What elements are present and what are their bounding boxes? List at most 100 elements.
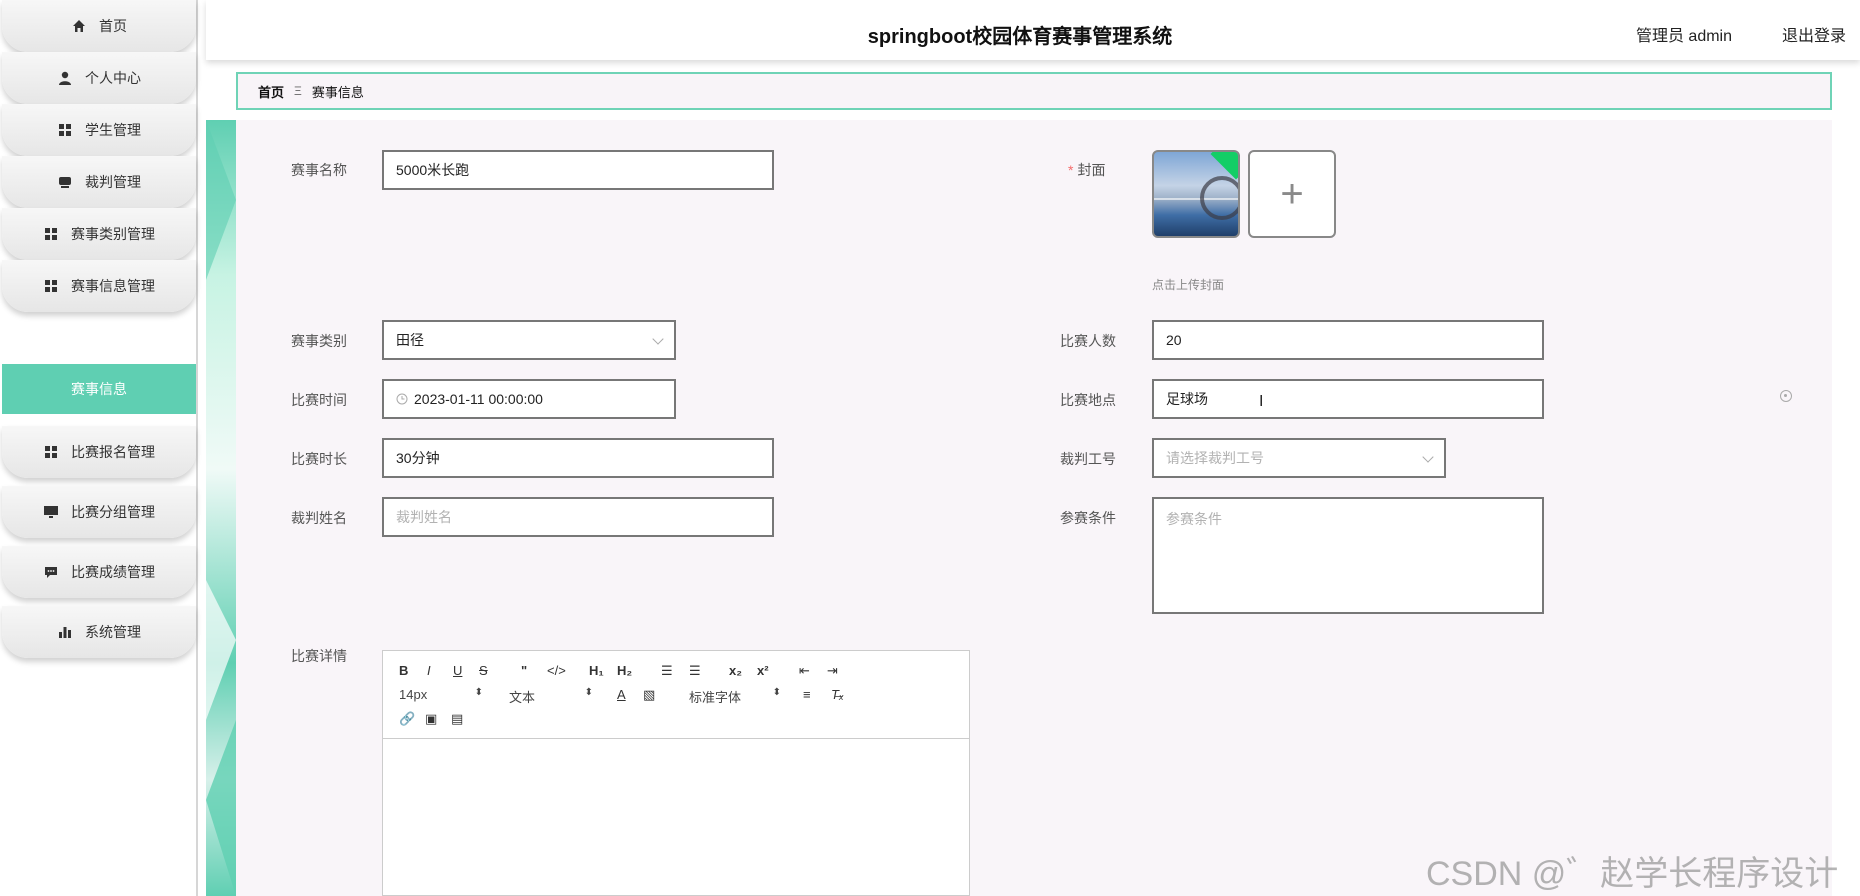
sidebar-item-system[interactable]: 系统管理	[2, 606, 196, 658]
upload-tip: 点击上传封面	[1152, 278, 1225, 292]
h1-button[interactable]: H₁	[589, 663, 604, 678]
sidebar-item-results[interactable]: 比赛成绩管理	[2, 546, 196, 598]
breadcrumb: 首页 Ξ 赛事信息	[236, 72, 1832, 110]
h2-button[interactable]: H₂	[617, 663, 632, 678]
sidebar-item-label: 学生管理	[85, 122, 141, 138]
sidebar-item-label: 裁判管理	[85, 174, 141, 190]
name-label: 赛事名称	[291, 162, 347, 178]
outdent-button[interactable]: ⇤	[799, 663, 810, 679]
cover-label-text: 封面	[1077, 162, 1106, 178]
plus-icon: +	[1280, 171, 1304, 216]
sidebar-item-students[interactable]: 学生管理	[2, 104, 196, 156]
bar-chart-icon	[59, 627, 71, 638]
details-label: 比赛详情	[291, 648, 347, 664]
superscript-button[interactable]: x²	[757, 663, 769, 678]
quote-button[interactable]: "	[521, 663, 527, 678]
grid-icon	[45, 446, 57, 458]
chevron-down-icon	[1422, 451, 1434, 463]
editor-toolbar: B I U S " </> H₁ H₂ ☰ ☰ x₂ x² ⇤ ⇥ 14px ⬍ …	[383, 651, 969, 739]
sidebar-item-profile[interactable]: 个人中心	[2, 52, 196, 104]
monitor-icon	[44, 506, 58, 518]
thumb-bridge	[1200, 176, 1238, 220]
participants-label: 比赛人数	[1060, 333, 1116, 349]
sidebar-item-label: 赛事信息	[71, 381, 127, 397]
text-style-picker[interactable]: 文本 ⬍	[509, 687, 593, 706]
upload-success-badge	[1210, 152, 1238, 180]
link-button[interactable]: 🔗	[399, 711, 415, 727]
background-color-button[interactable]: ▧	[643, 687, 655, 703]
watermark: CSDN @゛赵学长程序设计	[1426, 855, 1839, 893]
conditions-textarea[interactable]: 参赛条件	[1152, 497, 1544, 614]
strike-button[interactable]: S	[479, 663, 488, 678]
sidebar-item-label: 系统管理	[85, 624, 141, 640]
breadcrumb-separator: Ξ	[294, 84, 302, 98]
duration-label: 比赛时长	[291, 451, 347, 467]
sidebar-item-referees[interactable]: 裁判管理	[2, 156, 196, 208]
sidebar-item-grouping[interactable]: 比赛分组管理	[2, 486, 196, 538]
location-input[interactable]: 足球场	[1152, 379, 1544, 419]
font-color-button[interactable]: A	[617, 687, 626, 702]
location-label: 比赛地点	[1060, 392, 1116, 408]
cover-label: * 封面	[1068, 160, 1105, 180]
video-button[interactable]: ▤	[451, 711, 463, 727]
text-cursor-icon: I	[1259, 393, 1264, 410]
user-icon	[59, 71, 71, 85]
sidebar-item-event-categories[interactable]: 赛事类别管理	[2, 208, 196, 260]
subscript-button[interactable]: x₂	[729, 663, 742, 678]
required-mark: *	[1068, 162, 1074, 178]
sidebar: 首页 个人中心 学生管理 裁判管理 赛事类别管理 赛事信息管理 赛事信息 比赛报…	[0, 0, 198, 896]
participants-input[interactable]: 20	[1152, 320, 1544, 360]
clear-icon[interactable]	[1780, 390, 1792, 402]
referee-id-placeholder: 请选择裁判工号	[1166, 450, 1264, 466]
grid-icon	[45, 228, 57, 240]
current-user: 管理员 admin	[1635, 28, 1732, 45]
font-family-picker[interactable]: 标准字体 ⬍	[689, 687, 781, 706]
category-select[interactable]: 田径	[382, 320, 676, 360]
rich-text-editor: B I U S " </> H₁ H₂ ☰ ☰ x₂ x² ⇤ ⇥ 14px ⬍ …	[382, 650, 970, 896]
indent-button[interactable]: ⇥	[827, 663, 838, 679]
updown-icon: ⬍	[474, 687, 483, 698]
bullet-list-button[interactable]: ☰	[689, 663, 701, 679]
decorative-strip	[206, 120, 236, 896]
font-family-value: 标准字体	[689, 690, 742, 705]
logout-link[interactable]: 退出登录	[1782, 22, 1846, 46]
code-button[interactable]: </>	[547, 663, 566, 678]
clock-icon	[396, 393, 408, 405]
italic-button[interactable]: I	[427, 663, 431, 678]
top-header: springboot校园体育赛事管理系统 管理员 admin 退出登录	[206, 0, 1860, 60]
sidebar-item-event-info[interactable]: 赛事信息	[2, 364, 196, 414]
time-picker[interactable]: 2023-01-11 00:00:00	[382, 379, 676, 419]
event-name-input[interactable]: 5000米长跑	[382, 150, 774, 190]
home-icon	[73, 20, 85, 32]
font-size-value: 14px	[399, 687, 428, 702]
duration-input[interactable]: 30分钟	[382, 438, 774, 478]
clear-format-button[interactable]: T̶ₓ	[831, 687, 844, 702]
upload-cover-button[interactable]: +	[1248, 150, 1336, 238]
decorative-shapes	[206, 120, 236, 896]
sidebar-item-label: 比赛分组管理	[71, 504, 155, 520]
align-button[interactable]: ≡	[803, 687, 811, 702]
category-label: 赛事类别	[291, 333, 347, 349]
page-title: springboot校园体育赛事管理系统	[867, 26, 1173, 48]
ordered-list-button[interactable]: ☰	[661, 663, 673, 679]
referee-name-input[interactable]: 裁判姓名	[382, 497, 774, 537]
sidebar-item-label: 首页	[99, 18, 127, 34]
font-size-picker[interactable]: 14px ⬍	[399, 687, 483, 702]
breadcrumb-current: 赛事信息	[311, 84, 364, 100]
image-button[interactable]: ▣	[425, 711, 437, 727]
device-icon	[59, 177, 71, 188]
sidebar-item-label: 赛事信息管理	[71, 278, 155, 294]
underline-button[interactable]: U	[453, 663, 462, 678]
sidebar-item-registration[interactable]: 比赛报名管理	[2, 426, 196, 478]
breadcrumb-home[interactable]: 首页	[258, 82, 284, 101]
sidebar-item-label: 比赛成绩管理	[71, 564, 155, 580]
editor-content[interactable]	[383, 739, 969, 895]
cover-thumbnail[interactable]	[1152, 150, 1240, 238]
updown-icon: ⬍	[584, 687, 593, 698]
sidebar-item-label: 个人中心	[85, 70, 141, 86]
sidebar-item-home[interactable]: 首页	[2, 0, 196, 52]
referee-id-select[interactable]: 请选择裁判工号	[1152, 438, 1446, 478]
sidebar-item-event-info-management[interactable]: 赛事信息管理	[2, 260, 196, 312]
referee-id-label: 裁判工号	[1060, 451, 1116, 467]
bold-button[interactable]: B	[399, 663, 408, 678]
